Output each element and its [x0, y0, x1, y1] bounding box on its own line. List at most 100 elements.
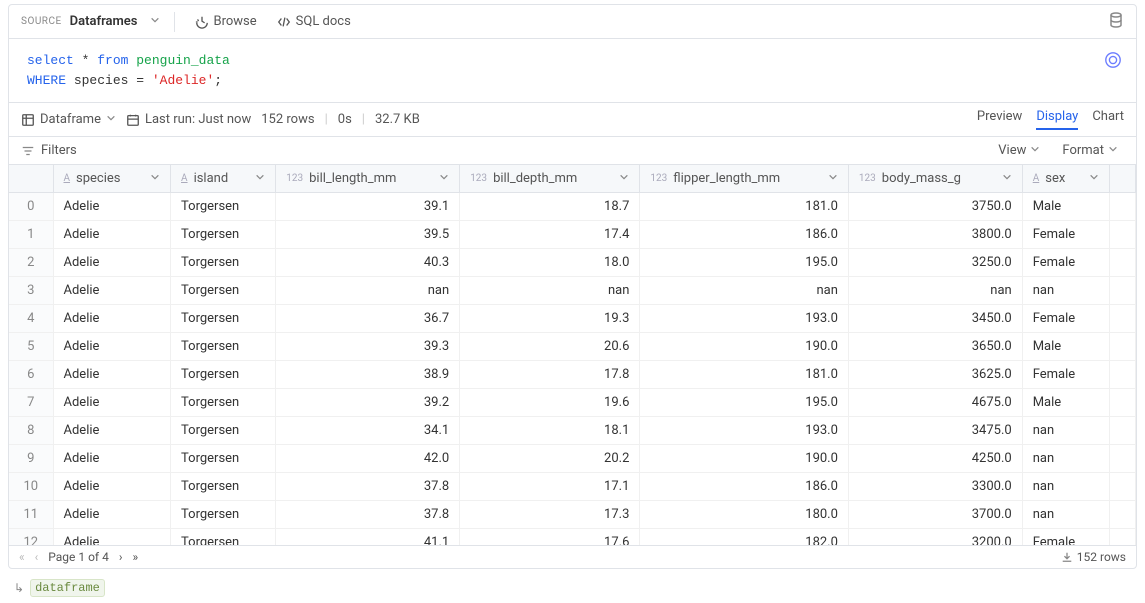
- text-type-icon: A: [181, 173, 188, 184]
- column-header-bill_length_mm[interactable]: 123bill_length_mm: [276, 165, 460, 193]
- chevron-down-icon: [1030, 143, 1046, 158]
- cell-body_mass_g: 3200.0: [848, 529, 1022, 546]
- cell-species: Adelie: [53, 305, 171, 333]
- table-row[interactable]: 3AdelieTorgersennannannannannan: [9, 277, 1136, 305]
- cell-flipper_length_mm: 180.0: [640, 501, 849, 529]
- number-type-icon: 123: [859, 173, 876, 184]
- cell-bill_depth_mm: 18.7: [460, 193, 640, 221]
- cell-island: Torgersen: [171, 445, 276, 473]
- page-first[interactable]: «: [19, 550, 25, 564]
- row-index: 0: [9, 193, 53, 221]
- tab-display[interactable]: Display: [1036, 109, 1078, 130]
- cell-bill_length_mm: 41.1: [276, 529, 460, 546]
- cell-body_mass_g: 3800.0: [848, 221, 1022, 249]
- view-dropdown[interactable]: View: [998, 143, 1046, 158]
- chevron-down-icon[interactable]: [619, 171, 629, 186]
- cell-species: Adelie: [53, 333, 171, 361]
- column-header-bill_depth_mm[interactable]: 123bill_depth_mm: [460, 165, 640, 193]
- column-header-island[interactable]: Aisland: [171, 165, 276, 193]
- chevron-down-icon[interactable]: [828, 171, 838, 186]
- table-row[interactable]: 7AdelieTorgersen39.219.6195.04675.0Male: [9, 389, 1136, 417]
- column-name: body_mass_g: [882, 171, 961, 186]
- cell-body_mass_g: 3475.0: [848, 417, 1022, 445]
- cell-flipper_length_mm: 181.0: [640, 361, 849, 389]
- download-button[interactable]: 152 rows: [1061, 550, 1126, 564]
- row-index: 1: [9, 221, 53, 249]
- database-icon[interactable]: [1108, 12, 1124, 32]
- filters-label[interactable]: Filters: [41, 143, 77, 158]
- text-type-icon: A: [1033, 173, 1040, 184]
- cell-island: Torgersen: [171, 249, 276, 277]
- column-header-species[interactable]: Aspecies: [53, 165, 171, 193]
- cell-flipper_length_mm: 186.0: [640, 221, 849, 249]
- page-prev[interactable]: ‹: [35, 550, 39, 564]
- cell-empty: [1109, 529, 1135, 546]
- dataframe-icon: [21, 113, 35, 127]
- table-row[interactable]: 1AdelieTorgersen39.517.4186.03800.0Femal…: [9, 221, 1136, 249]
- cell-empty: [1109, 277, 1135, 305]
- cell-island: Torgersen: [171, 221, 276, 249]
- source-value: Dataframes: [70, 14, 138, 29]
- chevron-down-icon[interactable]: [150, 171, 160, 186]
- row-index: 10: [9, 473, 53, 501]
- dataframe-dropdown[interactable]: Dataframe: [21, 112, 116, 127]
- cell-flipper_length_mm: 190.0: [640, 333, 849, 361]
- table-row[interactable]: 8AdelieTorgersen34.118.1193.03475.0nan: [9, 417, 1136, 445]
- table-row[interactable]: 4AdelieTorgersen36.719.3193.03450.0Femal…: [9, 305, 1136, 333]
- table-row[interactable]: 5AdelieTorgersen39.320.6190.03650.0Male: [9, 333, 1136, 361]
- cell-empty: [1109, 249, 1135, 277]
- cell-bill_length_mm: 39.5: [276, 221, 460, 249]
- cell-flipper_length_mm: 182.0: [640, 529, 849, 546]
- chevron-down-icon[interactable]: [439, 171, 449, 186]
- cell-body_mass_g: 3650.0: [848, 333, 1022, 361]
- format-dropdown[interactable]: Format: [1062, 143, 1124, 158]
- column-header-sex[interactable]: Asex: [1022, 165, 1109, 193]
- table-row[interactable]: 12AdelieTorgersen41.117.6182.03200.0Fema…: [9, 529, 1136, 546]
- cell-island: Torgersen: [171, 501, 276, 529]
- cell-island: Torgersen: [171, 361, 276, 389]
- table-row[interactable]: 6AdelieTorgersen38.917.8181.03625.0Femal…: [9, 361, 1136, 389]
- cell-species: Adelie: [53, 249, 171, 277]
- cell-bill_depth_mm: 17.3: [460, 501, 640, 529]
- filter-icon: [21, 144, 35, 158]
- browse-button[interactable]: Browse: [189, 11, 263, 32]
- cell-bill_depth_mm: 17.1: [460, 473, 640, 501]
- browse-icon: [195, 15, 209, 29]
- chevron-down-icon[interactable]: [1002, 171, 1012, 186]
- tab-preview[interactable]: Preview: [977, 109, 1022, 130]
- sql-editor[interactable]: select * from penguin_data WHERE species…: [9, 39, 1136, 103]
- table-row[interactable]: 9AdelieTorgersen42.020.2190.04250.0nan: [9, 445, 1136, 473]
- cell-species: Adelie: [53, 473, 171, 501]
- cell-flipper_length_mm: 195.0: [640, 249, 849, 277]
- column-header-flipper_length_mm[interactable]: 123flipper_length_mm: [640, 165, 849, 193]
- chevron-down-icon: [150, 14, 160, 29]
- cell-sex: nan: [1022, 473, 1109, 501]
- cell-sex: nan: [1022, 417, 1109, 445]
- chevron-down-icon[interactable]: [1089, 171, 1099, 186]
- meta-bar: Dataframe Last run: Just now 152 rows | …: [9, 103, 1136, 137]
- cell-bill_length_mm: 37.8: [276, 473, 460, 501]
- sql-docs-button[interactable]: SQL docs: [271, 11, 357, 32]
- table-scroll[interactable]: AspeciesAisland123bill_length_mm123bill_…: [9, 165, 1136, 545]
- row-index: 6: [9, 361, 53, 389]
- table-row[interactable]: 11AdelieTorgersen37.817.3180.03700.0nan: [9, 501, 1136, 529]
- page-last[interactable]: »: [132, 550, 138, 564]
- chevron-down-icon[interactable]: [255, 171, 265, 186]
- cell-island: Torgersen: [171, 389, 276, 417]
- table-row[interactable]: 2AdelieTorgersen40.318.0195.03250.0Femal…: [9, 249, 1136, 277]
- run-button[interactable]: [1104, 51, 1122, 69]
- cell-body_mass_g: 4250.0: [848, 445, 1022, 473]
- column-header-body_mass_g[interactable]: 123 body_mass_g: [848, 165, 1022, 193]
- tab-chart[interactable]: Chart: [1092, 109, 1124, 130]
- query-time: 0s: [338, 112, 352, 127]
- table-row[interactable]: 10AdelieTorgersen37.817.1186.03300.0nan: [9, 473, 1136, 501]
- cell-bill_length_mm: 36.7: [276, 305, 460, 333]
- cell-empty: [1109, 417, 1135, 445]
- cell-bill_length_mm: 34.1: [276, 417, 460, 445]
- cell-bill_length_mm: 39.1: [276, 193, 460, 221]
- page-next[interactable]: ›: [119, 550, 123, 564]
- cell-island: Torgersen: [171, 529, 276, 546]
- table-row[interactable]: 0AdelieTorgersen39.118.7181.03750.0Male: [9, 193, 1136, 221]
- source-dropdown[interactable]: Dataframes: [70, 14, 160, 29]
- cell-sex: Female: [1022, 361, 1109, 389]
